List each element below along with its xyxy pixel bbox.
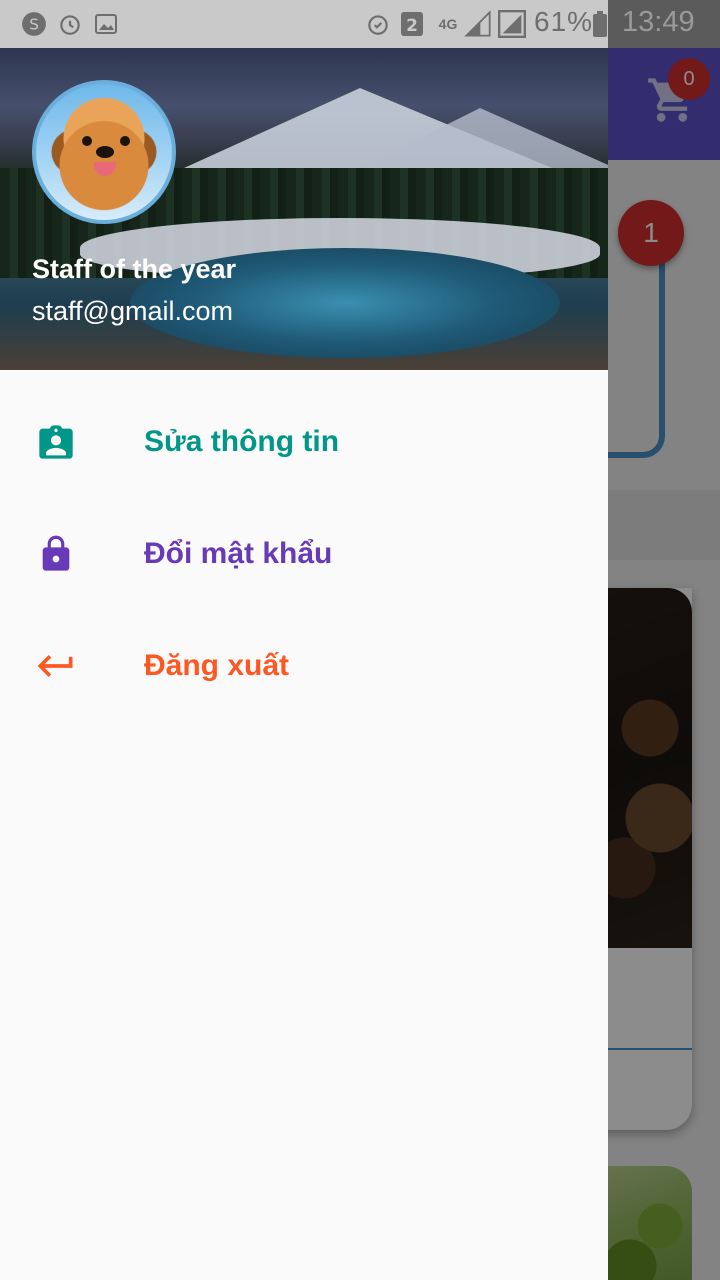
app-notification-icon: S <box>20 10 48 38</box>
menu-label-edit-profile: Sửa thông tin <box>144 425 340 458</box>
logout-arrow-icon <box>32 642 80 690</box>
sim-number: 2 <box>406 16 418 36</box>
avatar[interactable] <box>32 80 176 224</box>
user-email: staff@gmail.com <box>32 296 233 326</box>
avatar-eye <box>120 136 130 146</box>
menu-item-edit-profile[interactable]: Sửa thông tin <box>0 386 608 498</box>
navigation-drawer: Staff of the year staff@gmail.com Sửa th… <box>0 48 608 1280</box>
lock-icon <box>32 530 80 578</box>
avatar-tongue <box>94 162 116 176</box>
sim-icon: 2 <box>398 10 426 38</box>
status-bar: S 2 4G 61% 13:49 <box>0 0 720 48</box>
menu-item-change-password[interactable]: Đổi mật khẩu <box>0 498 608 610</box>
drawer-header: Staff of the year staff@gmail.com <box>0 48 608 370</box>
signal-icon-2 <box>498 10 526 38</box>
account-badge-icon <box>32 418 80 466</box>
alarm-icon <box>56 10 84 38</box>
signal-icon <box>464 10 492 38</box>
battery-percent: 61% <box>534 6 594 37</box>
battery-icon <box>590 10 610 38</box>
svg-text:S: S <box>29 15 39 33</box>
avatar-nose <box>96 146 114 158</box>
menu-label-change-password: Đổi mật khẩu <box>144 537 333 570</box>
menu-item-logout[interactable]: Đăng xuất <box>0 610 608 722</box>
user-name: Staff of the year <box>32 254 237 284</box>
image-icon <box>92 10 120 38</box>
avatar-eye <box>82 136 92 146</box>
network-type: 4G <box>438 16 458 32</box>
alarm-clock-icon <box>364 10 392 38</box>
clock: 13:49 <box>622 6 695 38</box>
menu-label-logout: Đăng xuất <box>144 649 290 682</box>
